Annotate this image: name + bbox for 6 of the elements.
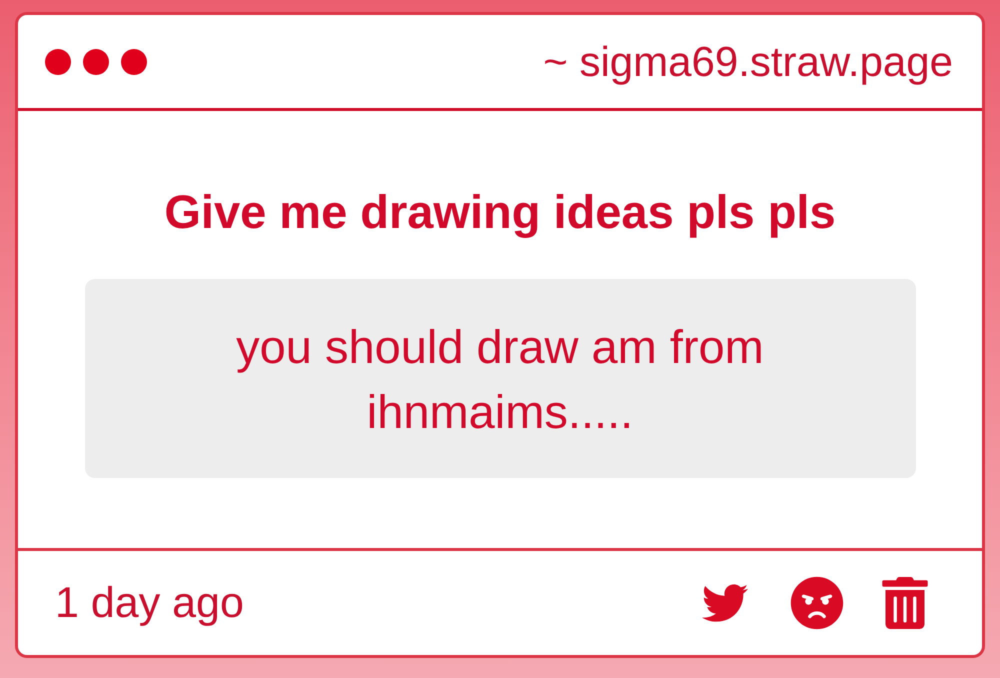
angry-face-icon[interactable]	[790, 576, 844, 630]
post-time: 1 day ago	[55, 578, 244, 628]
post-title: Give me drawing ideas pls pls	[164, 185, 836, 239]
page-url: ~ sigma69.straw.page	[543, 36, 953, 86]
trash-icon[interactable]	[882, 577, 928, 629]
message-text: you should draw am from ihnmaims.....	[235, 318, 765, 440]
